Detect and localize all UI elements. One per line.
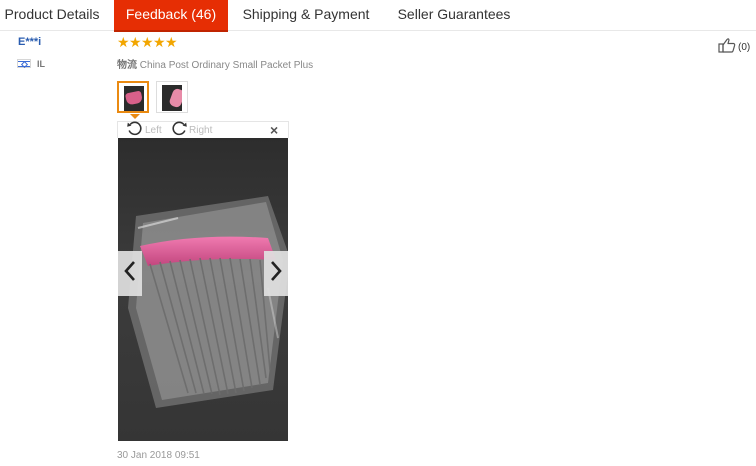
helpful-count: (0) bbox=[738, 42, 751, 53]
tab-seller-guarantees[interactable]: Seller Guarantees bbox=[390, 0, 518, 30]
close-icon[interactable]: × bbox=[270, 122, 278, 138]
rotate-right-button[interactable]: Right bbox=[170, 121, 213, 138]
thumb-image bbox=[162, 85, 182, 111]
logistics-info: 物流 China Post Ordinary Small Packet Plus bbox=[117, 56, 313, 71]
review-photo-thumb[interactable] bbox=[117, 81, 149, 113]
star-icon: ★ bbox=[117, 34, 130, 50]
prev-image-button[interactable] bbox=[118, 251, 142, 296]
reviewer-country: IL bbox=[37, 59, 45, 69]
tab-bar: Product Details Feedback (46) Shipping &… bbox=[0, 0, 756, 32]
tab-shipping-payment[interactable]: Shipping & Payment bbox=[236, 0, 376, 30]
star-icon: ★ bbox=[165, 34, 178, 50]
next-image-button[interactable] bbox=[264, 251, 288, 296]
logistics-label: 物流 bbox=[117, 60, 137, 71]
star-rating: ★ ★ ★ ★ ★ bbox=[117, 34, 178, 50]
chevron-right-icon bbox=[269, 260, 283, 287]
rotate-left-button[interactable]: Left bbox=[126, 121, 162, 138]
selected-thumb-caret bbox=[130, 114, 140, 119]
image-viewer-toolbar: Left Right × bbox=[117, 121, 289, 138]
logistics-value: China Post Ordinary Small Packet Plus bbox=[139, 60, 314, 71]
rotate-right-label: Right bbox=[189, 124, 213, 136]
chevron-left-icon bbox=[123, 260, 137, 287]
thumb-image bbox=[124, 86, 144, 111]
star-icon: ★ bbox=[153, 34, 166, 50]
israel-flag-icon bbox=[17, 59, 31, 69]
tab-product-details[interactable]: Product Details bbox=[0, 0, 104, 30]
rotate-left-label: Left bbox=[145, 124, 162, 136]
review-photo-thumb[interactable] bbox=[156, 81, 188, 113]
helpful-button[interactable]: (0) bbox=[718, 37, 750, 58]
star-icon: ★ bbox=[129, 34, 142, 50]
tab-feedback[interactable]: Feedback (46) bbox=[114, 0, 228, 32]
review-photo-large bbox=[118, 138, 288, 441]
review-date: 30 Jan 2018 09:51 bbox=[117, 450, 200, 461]
thumbs-up-icon[interactable] bbox=[718, 37, 736, 58]
star-icon: ★ bbox=[141, 34, 154, 50]
reviewer-name: E***i bbox=[18, 36, 42, 48]
